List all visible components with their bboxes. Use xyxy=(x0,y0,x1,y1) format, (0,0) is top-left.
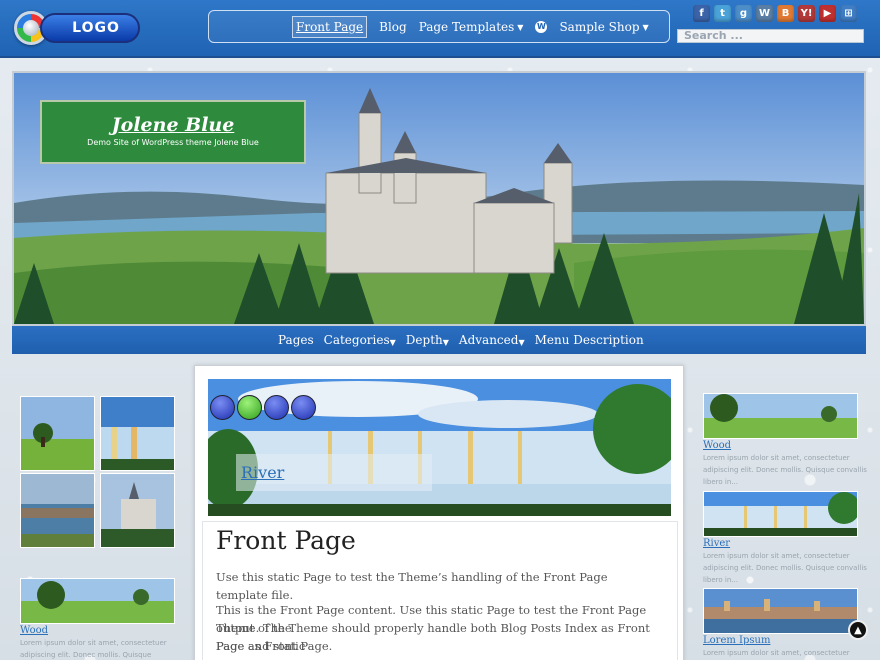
sidebar-widget-caption[interactable]: Wood xyxy=(20,625,48,636)
post-paragraph: Use this static Page to test the Theme’s… xyxy=(216,570,608,602)
slider-dot[interactable] xyxy=(210,395,235,420)
logo-button[interactable]: LOGO xyxy=(40,13,140,43)
social-icons: f t g W B Y! ▶ ⊞ xyxy=(693,5,857,22)
nav-item-page-templates[interactable]: Page Templates ▼ xyxy=(419,20,524,34)
nav-item-label: Front Page xyxy=(296,19,364,34)
chevron-down-icon: ▼ xyxy=(517,23,524,32)
youtube-icon[interactable]: ▶ xyxy=(819,5,836,22)
post-title: Front Page xyxy=(216,526,356,555)
google-icon[interactable]: g xyxy=(735,5,752,22)
sidebar-widget-text: Lorem ipsum dolor sit amet, consectetuer… xyxy=(20,639,167,659)
chevron-down-icon: ▼ xyxy=(442,338,449,347)
slider-caption[interactable]: River xyxy=(236,454,432,491)
right-widget-caption[interactable]: Lorem Ipsum xyxy=(703,635,770,646)
slider-dot[interactable] xyxy=(264,395,289,420)
image-slider[interactable]: River xyxy=(208,379,671,516)
right-widget-text: libero in... xyxy=(703,478,738,486)
right-widget-image-city[interactable] xyxy=(703,588,858,634)
search-input[interactable]: Search ... xyxy=(677,29,864,43)
right-widget-text: libero in... xyxy=(703,576,738,584)
secondary-nav: Pages Categories▼ Depth▼ Advanced▼ Menu … xyxy=(12,326,866,354)
nav-item-sample-shop[interactable]: Sample Shop ▼ xyxy=(559,20,648,34)
right-widget-caption[interactable]: Wood xyxy=(703,440,731,451)
main-content: River Front Page Use this static Page to… xyxy=(194,365,684,660)
slider-dot[interactable] xyxy=(291,395,316,420)
right-widget-text: Lorem ipsum dolor sit amet, consectetuer xyxy=(703,454,850,462)
scroll-to-top-button[interactable]: ▲ xyxy=(848,620,868,640)
secnav-item-advanced[interactable]: Advanced▼ xyxy=(459,333,525,347)
right-widget-caption[interactable]: River xyxy=(703,538,730,549)
right-widget-image-river[interactable] xyxy=(703,491,858,537)
right-widget-text: Lorem ipsum dolor sit amet, consectetuer xyxy=(703,552,850,560)
secnav-item-label: Depth xyxy=(405,333,443,347)
header-image: Jolene Blue Demo Site of WordPress theme… xyxy=(12,71,866,326)
nav-item-label: Sample Shop xyxy=(559,19,640,34)
secnav-item-label: Categories xyxy=(323,333,390,347)
secnav-item-menu-description[interactable]: Menu Description xyxy=(535,333,644,347)
gallery-thumb-waterfall[interactable] xyxy=(100,396,175,471)
yahoo-icon[interactable]: Y! xyxy=(798,5,815,22)
site-header: LOGO Front Page Blog Page Templates ▼ W … xyxy=(0,0,880,58)
gallery-thumb-meadow[interactable] xyxy=(20,396,95,471)
primary-nav: Front Page Blog Page Templates ▼ W Sampl… xyxy=(208,10,670,43)
nav-item-label: Page Templates xyxy=(418,19,515,34)
right-widget-text: Lorem ipsum dolor sit amet, consectetuer xyxy=(703,649,850,657)
secnav-item-pages[interactable]: Pages xyxy=(278,333,314,347)
twitter-icon[interactable]: t xyxy=(714,5,731,22)
slider-pagination xyxy=(210,395,316,420)
arrow-up-icon: ▲ xyxy=(854,624,862,636)
site-description: Demo Site of WordPress theme Jolene Blue xyxy=(87,138,259,147)
windows-icon[interactable]: ⊞ xyxy=(840,5,857,22)
nav-item-label: Blog xyxy=(379,19,407,34)
secnav-item-categories[interactable]: Categories▼ xyxy=(324,333,396,347)
slider-dot-active[interactable] xyxy=(237,395,262,420)
facebook-icon[interactable]: f xyxy=(693,5,710,22)
site-title-link[interactable]: Jolene Blue xyxy=(42,114,304,136)
secnav-item-label: Advanced xyxy=(458,333,519,347)
chevron-down-icon: ▼ xyxy=(518,338,525,347)
right-widget-image-wood[interactable] xyxy=(703,393,858,439)
gallery-thumb-bridge[interactable] xyxy=(20,473,95,548)
nav-item-wordpress[interactable]: W xyxy=(535,20,548,33)
chevron-down-icon: ▼ xyxy=(642,23,649,32)
wordpress-icon: W xyxy=(535,20,548,33)
post-paragraph-line: Page as Front Page. xyxy=(216,639,333,653)
site-title-box: Jolene Blue Demo Site of WordPress theme… xyxy=(40,100,306,164)
wordpress-icon[interactable]: W xyxy=(756,5,773,22)
right-widget-text: adipiscing elit. Donec mollis. Quisque c… xyxy=(703,466,867,474)
gallery-thumb-castle[interactable] xyxy=(100,473,175,548)
nav-item-front-page[interactable]: Front Page xyxy=(292,15,368,38)
chevron-down-icon: ▼ xyxy=(389,338,396,347)
secnav-item-depth[interactable]: Depth▼ xyxy=(406,333,449,347)
nav-item-blog[interactable]: Blog xyxy=(379,20,407,34)
blogger-icon[interactable]: B xyxy=(777,5,794,22)
right-widget-text: adipiscing elit. Donec mollis. Quisque c… xyxy=(703,564,867,572)
post-article: Front Page Use this static Page to test … xyxy=(202,521,678,660)
sidebar-widget-image-wood[interactable] xyxy=(20,578,175,624)
